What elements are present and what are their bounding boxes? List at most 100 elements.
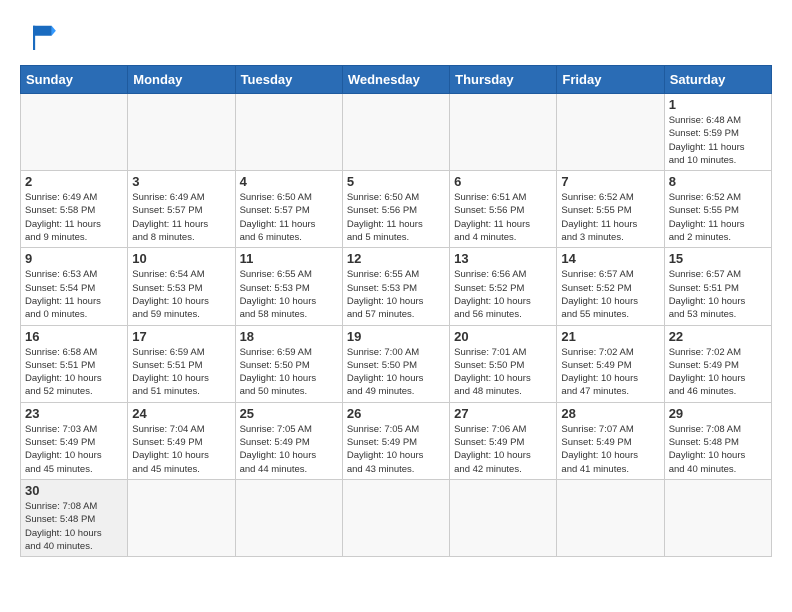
day-info: Sunrise: 6:53 AM Sunset: 5:54 PM Dayligh… (25, 268, 123, 321)
day-number: 26 (347, 406, 445, 421)
day-number: 28 (561, 406, 659, 421)
calendar-cell: 23Sunrise: 7:03 AM Sunset: 5:49 PM Dayli… (21, 402, 128, 479)
calendar-cell: 6 Sunrise: 6:51 AM Sunset: 5:56 PM Daylig… (450, 171, 557, 248)
day-info: Sunrise: 7:04 AM Sunset: 5:49 PM Dayligh… (132, 423, 230, 476)
calendar-cell (664, 479, 771, 556)
day-info: Sunrise: 6:54 AM Sunset: 5:53 PM Dayligh… (132, 268, 230, 321)
day-number: 1 (669, 97, 767, 112)
calendar-cell (342, 479, 449, 556)
calendar-cell: 8 Sunrise: 6:52 AM Sunset: 5:55 PM Daylig… (664, 171, 771, 248)
calendar-week-row: 1 Sunrise: 6:48 AM Sunset: 5:59 PM Daylig… (21, 94, 772, 171)
header (20, 20, 772, 50)
calendar-cell (557, 94, 664, 171)
calendar-week-row: 23Sunrise: 7:03 AM Sunset: 5:49 PM Dayli… (21, 402, 772, 479)
calendar-cell: 22Sunrise: 7:02 AM Sunset: 5:49 PM Dayli… (664, 325, 771, 402)
calendar-cell: 5 Sunrise: 6:50 AM Sunset: 5:56 PM Daylig… (342, 171, 449, 248)
calendar-body: 1 Sunrise: 6:48 AM Sunset: 5:59 PM Daylig… (21, 94, 772, 557)
calendar-cell: 1 Sunrise: 6:48 AM Sunset: 5:59 PM Daylig… (664, 94, 771, 171)
calendar-cell: 2 Sunrise: 6:49 AM Sunset: 5:58 PM Daylig… (21, 171, 128, 248)
day-number: 19 (347, 329, 445, 344)
calendar-week-row: 2 Sunrise: 6:49 AM Sunset: 5:58 PM Daylig… (21, 171, 772, 248)
day-info: Sunrise: 6:59 AM Sunset: 5:51 PM Dayligh… (132, 346, 230, 399)
calendar-cell: 12 Sunrise: 6:55 AM Sunset: 5:53 PM Dayli… (342, 248, 449, 325)
day-number: 4 (240, 174, 338, 189)
day-number: 6 (454, 174, 552, 189)
day-number: 15 (669, 251, 767, 266)
calendar-cell: 13Sunrise: 6:56 AM Sunset: 5:52 PM Dayli… (450, 248, 557, 325)
calendar-cell (128, 94, 235, 171)
day-number: 24 (132, 406, 230, 421)
day-info: Sunrise: 6:49 AM Sunset: 5:57 PM Dayligh… (132, 191, 230, 244)
day-number: 29 (669, 406, 767, 421)
calendar-cell: 27Sunrise: 7:06 AM Sunset: 5:49 PM Dayli… (450, 402, 557, 479)
day-info: Sunrise: 7:07 AM Sunset: 5:49 PM Dayligh… (561, 423, 659, 476)
day-info: Sunrise: 6:58 AM Sunset: 5:51 PM Dayligh… (25, 346, 123, 399)
day-number: 2 (25, 174, 123, 189)
logo (20, 20, 62, 50)
day-info: Sunrise: 6:52 AM Sunset: 5:55 PM Dayligh… (669, 191, 767, 244)
calendar-week-row: 30Sunrise: 7:08 AM Sunset: 5:48 PM Dayli… (21, 479, 772, 556)
day-info: Sunrise: 6:57 AM Sunset: 5:52 PM Dayligh… (561, 268, 659, 321)
calendar-cell: 30Sunrise: 7:08 AM Sunset: 5:48 PM Dayli… (21, 479, 128, 556)
calendar-cell: 10 Sunrise: 6:54 AM Sunset: 5:53 PM Dayli… (128, 248, 235, 325)
day-number: 7 (561, 174, 659, 189)
day-info: Sunrise: 6:49 AM Sunset: 5:58 PM Dayligh… (25, 191, 123, 244)
day-info: Sunrise: 6:50 AM Sunset: 5:57 PM Dayligh… (240, 191, 338, 244)
day-info: Sunrise: 6:48 AM Sunset: 5:59 PM Dayligh… (669, 114, 767, 167)
day-number: 16 (25, 329, 123, 344)
day-number: 25 (240, 406, 338, 421)
day-number: 10 (132, 251, 230, 266)
calendar-cell: 17 Sunrise: 6:59 AM Sunset: 5:51 PM Dayli… (128, 325, 235, 402)
calendar-cell (450, 94, 557, 171)
weekday-header-wednesday: Wednesday (342, 66, 449, 94)
calendar-cell (21, 94, 128, 171)
day-number: 5 (347, 174, 445, 189)
day-number: 17 (132, 329, 230, 344)
day-number: 23 (25, 406, 123, 421)
calendar-cell: 25 Sunrise: 7:05 AM Sunset: 5:49 PM Dayli… (235, 402, 342, 479)
day-number: 18 (240, 329, 338, 344)
day-info: Sunrise: 6:57 AM Sunset: 5:51 PM Dayligh… (669, 268, 767, 321)
calendar-cell (342, 94, 449, 171)
calendar-cell: 16 Sunrise: 6:58 AM Sunset: 5:51 PM Dayli… (21, 325, 128, 402)
calendar-week-row: 9Sunrise: 6:53 AM Sunset: 5:54 PM Daylig… (21, 248, 772, 325)
calendar-cell: 14Sunrise: 6:57 AM Sunset: 5:52 PM Dayli… (557, 248, 664, 325)
day-number: 12 (347, 251, 445, 266)
weekday-header-monday: Monday (128, 66, 235, 94)
day-info: Sunrise: 7:05 AM Sunset: 5:49 PM Dayligh… (347, 423, 445, 476)
day-info: Sunrise: 7:02 AM Sunset: 5:49 PM Dayligh… (561, 346, 659, 399)
day-info: Sunrise: 7:01 AM Sunset: 5:50 PM Dayligh… (454, 346, 552, 399)
day-info: Sunrise: 6:50 AM Sunset: 5:56 PM Dayligh… (347, 191, 445, 244)
calendar-cell: 20 Sunrise: 7:01 AM Sunset: 5:50 PM Dayli… (450, 325, 557, 402)
calendar-cell: 26 Sunrise: 7:05 AM Sunset: 5:49 PM Dayli… (342, 402, 449, 479)
day-number: 3 (132, 174, 230, 189)
calendar-cell (235, 94, 342, 171)
calendar-cell (128, 479, 235, 556)
weekday-header-saturday: Saturday (664, 66, 771, 94)
calendar-cell: 9Sunrise: 6:53 AM Sunset: 5:54 PM Daylig… (21, 248, 128, 325)
day-number: 20 (454, 329, 552, 344)
calendar-cell: 15 Sunrise: 6:57 AM Sunset: 5:51 PM Dayli… (664, 248, 771, 325)
calendar-cell (557, 479, 664, 556)
calendar-table: SundayMondayTuesdayWednesdayThursdayFrid… (20, 65, 772, 557)
weekday-header-thursday: Thursday (450, 66, 557, 94)
day-info: Sunrise: 6:55 AM Sunset: 5:53 PM Dayligh… (347, 268, 445, 321)
day-info: Sunrise: 7:08 AM Sunset: 5:48 PM Dayligh… (669, 423, 767, 476)
calendar-cell: 21Sunrise: 7:02 AM Sunset: 5:49 PM Dayli… (557, 325, 664, 402)
calendar-cell: 4 Sunrise: 6:50 AM Sunset: 5:57 PM Daylig… (235, 171, 342, 248)
day-info: Sunrise: 6:59 AM Sunset: 5:50 PM Dayligh… (240, 346, 338, 399)
weekday-header-friday: Friday (557, 66, 664, 94)
calendar-header: SundayMondayTuesdayWednesdayThursdayFrid… (21, 66, 772, 94)
weekday-row: SundayMondayTuesdayWednesdayThursdayFrid… (21, 66, 772, 94)
day-info: Sunrise: 7:05 AM Sunset: 5:49 PM Dayligh… (240, 423, 338, 476)
day-info: Sunrise: 7:02 AM Sunset: 5:49 PM Dayligh… (669, 346, 767, 399)
day-info: Sunrise: 6:51 AM Sunset: 5:56 PM Dayligh… (454, 191, 552, 244)
calendar-cell: 19Sunrise: 7:00 AM Sunset: 5:50 PM Dayli… (342, 325, 449, 402)
calendar-cell: 24 Sunrise: 7:04 AM Sunset: 5:49 PM Dayli… (128, 402, 235, 479)
day-number: 30 (25, 483, 123, 498)
calendar-cell: 3 Sunrise: 6:49 AM Sunset: 5:57 PM Daylig… (128, 171, 235, 248)
day-info: Sunrise: 6:55 AM Sunset: 5:53 PM Dayligh… (240, 268, 338, 321)
weekday-header-tuesday: Tuesday (235, 66, 342, 94)
day-number: 11 (240, 251, 338, 266)
day-number: 8 (669, 174, 767, 189)
